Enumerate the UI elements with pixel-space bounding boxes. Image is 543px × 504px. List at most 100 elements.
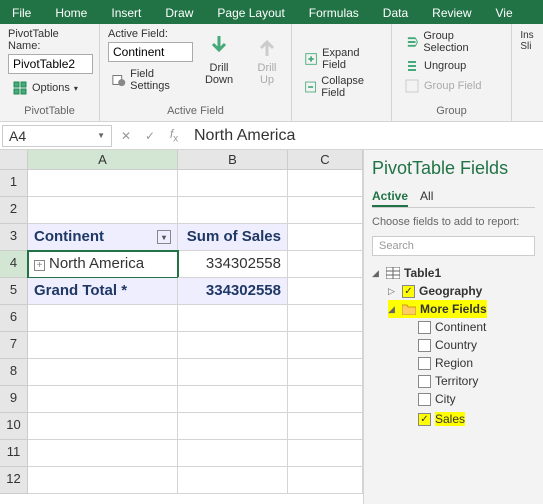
col-header-c[interactable]: C: [288, 150, 363, 169]
cell-B11[interactable]: [178, 440, 288, 467]
cancel-formula-button[interactable]: ✕: [114, 129, 138, 143]
checkbox-sales[interactable]: [418, 413, 431, 426]
cell-A7[interactable]: [28, 332, 178, 359]
field-region[interactable]: Region: [404, 354, 535, 372]
formula-input[interactable]: North America: [186, 125, 543, 147]
group-selection-button[interactable]: Group Selection: [400, 28, 503, 56]
cell-C3[interactable]: [288, 224, 363, 251]
cell-A3[interactable]: Continent▾: [28, 224, 178, 251]
pivot-name-input[interactable]: [8, 54, 93, 74]
insert-slicer-button[interactable]: Ins Sli: [520, 28, 534, 54]
checkbox-city[interactable]: [418, 393, 431, 406]
cell-A5[interactable]: Grand Total *: [28, 278, 178, 305]
tree-toggle-icon[interactable]: ▷: [388, 286, 398, 297]
cell-B5[interactable]: 334302558: [178, 278, 288, 305]
checkbox-continent[interactable]: [418, 321, 431, 334]
row-header[interactable]: 11: [0, 440, 28, 467]
cell-A6[interactable]: [28, 305, 178, 332]
row-header[interactable]: 6: [0, 305, 28, 332]
cell-C5[interactable]: [288, 278, 363, 305]
cell-C8[interactable]: [288, 359, 363, 386]
cell-B1[interactable]: [178, 170, 288, 197]
field-territory[interactable]: Territory: [404, 372, 535, 390]
tab-file[interactable]: File: [0, 2, 43, 24]
tab-home[interactable]: Home: [43, 2, 99, 24]
expand-field-button[interactable]: Expand Field: [300, 45, 383, 73]
cell-C9[interactable]: [288, 386, 363, 413]
tab-formulas[interactable]: Formulas: [297, 2, 371, 24]
cell-A2[interactable]: [28, 197, 178, 224]
tab-insert[interactable]: Insert: [99, 2, 153, 24]
cell-C6[interactable]: [288, 305, 363, 332]
tree-more-fields[interactable]: ◢ More Fields: [388, 300, 487, 318]
fx-button[interactable]: fx: [162, 127, 186, 144]
tree-geography[interactable]: ▷ Geography: [388, 282, 535, 300]
tab-draw[interactable]: Draw: [153, 2, 205, 24]
name-box[interactable]: A4 ▼: [2, 125, 112, 147]
drill-down-button[interactable]: Drill Down: [197, 28, 241, 105]
cell-A8[interactable]: [28, 359, 178, 386]
row-header[interactable]: 12: [0, 467, 28, 494]
tab-data[interactable]: Data: [371, 2, 420, 24]
row-header[interactable]: 10: [0, 413, 28, 440]
spreadsheet-grid[interactable]: A B C 123Continent▾Sum of Sales4+North A…: [0, 150, 363, 504]
col-header-a[interactable]: A: [28, 150, 178, 169]
cell-C4[interactable]: [288, 251, 363, 278]
field-settings-button[interactable]: Field Settings: [108, 66, 193, 94]
cell-A12[interactable]: [28, 467, 178, 494]
row-header[interactable]: 3: [0, 224, 28, 251]
cell-C10[interactable]: [288, 413, 363, 440]
tab-review[interactable]: Review: [420, 2, 483, 24]
field-search-input[interactable]: Search: [372, 236, 535, 256]
cell-C2[interactable]: [288, 197, 363, 224]
active-field-input[interactable]: [108, 42, 193, 62]
cell-A4[interactable]: +North America: [28, 251, 178, 278]
row-header[interactable]: 2: [0, 197, 28, 224]
tab-view[interactable]: Vie: [484, 2, 525, 24]
options-button[interactable]: Options ▾: [8, 78, 91, 98]
cell-C1[interactable]: [288, 170, 363, 197]
cell-C7[interactable]: [288, 332, 363, 359]
cell-A10[interactable]: [28, 413, 178, 440]
cell-A1[interactable]: [28, 170, 178, 197]
collapse-field-button[interactable]: Collapse Field: [300, 73, 383, 101]
field-city[interactable]: City: [404, 390, 535, 408]
cell-B4[interactable]: 334302558: [178, 251, 288, 278]
ungroup-button[interactable]: Ungroup: [400, 56, 503, 76]
row-header[interactable]: 8: [0, 359, 28, 386]
checkbox-geography[interactable]: [402, 285, 415, 298]
cell-B7[interactable]: [178, 332, 288, 359]
field-continent[interactable]: Continent: [404, 318, 535, 336]
checkbox-region[interactable]: [418, 357, 431, 370]
cell-B2[interactable]: [178, 197, 288, 224]
expand-row-icon[interactable]: +: [34, 260, 45, 271]
row-header[interactable]: 4: [0, 251, 28, 278]
field-country[interactable]: Country: [404, 336, 535, 354]
cell-C12[interactable]: [288, 467, 363, 494]
cell-B3[interactable]: Sum of Sales: [178, 224, 288, 251]
filter-dropdown-icon[interactable]: ▾: [157, 230, 171, 244]
tree-toggle-icon[interactable]: ◢: [388, 304, 398, 315]
select-all-corner[interactable]: [0, 150, 28, 169]
pane-tab-all[interactable]: All: [420, 187, 433, 207]
row-header[interactable]: 5: [0, 278, 28, 305]
row-header[interactable]: 9: [0, 386, 28, 413]
checkbox-country[interactable]: [418, 339, 431, 352]
cell-B9[interactable]: [178, 386, 288, 413]
cell-A11[interactable]: [28, 440, 178, 467]
cell-C11[interactable]: [288, 440, 363, 467]
cell-B6[interactable]: [178, 305, 288, 332]
cell-B12[interactable]: [178, 467, 288, 494]
field-sales[interactable]: Sales: [404, 410, 465, 428]
tree-table[interactable]: ◢ Table1: [372, 264, 535, 282]
pane-tab-active[interactable]: Active: [372, 187, 408, 207]
row-header[interactable]: 1: [0, 170, 28, 197]
row-header[interactable]: 7: [0, 332, 28, 359]
accept-formula-button[interactable]: ✓: [138, 129, 162, 143]
cell-B10[interactable]: [178, 413, 288, 440]
checkbox-territory[interactable]: [418, 375, 431, 388]
tree-toggle-icon[interactable]: ◢: [372, 268, 382, 279]
tab-page-layout[interactable]: Page Layout: [205, 2, 296, 24]
cell-A9[interactable]: [28, 386, 178, 413]
col-header-b[interactable]: B: [178, 150, 288, 169]
